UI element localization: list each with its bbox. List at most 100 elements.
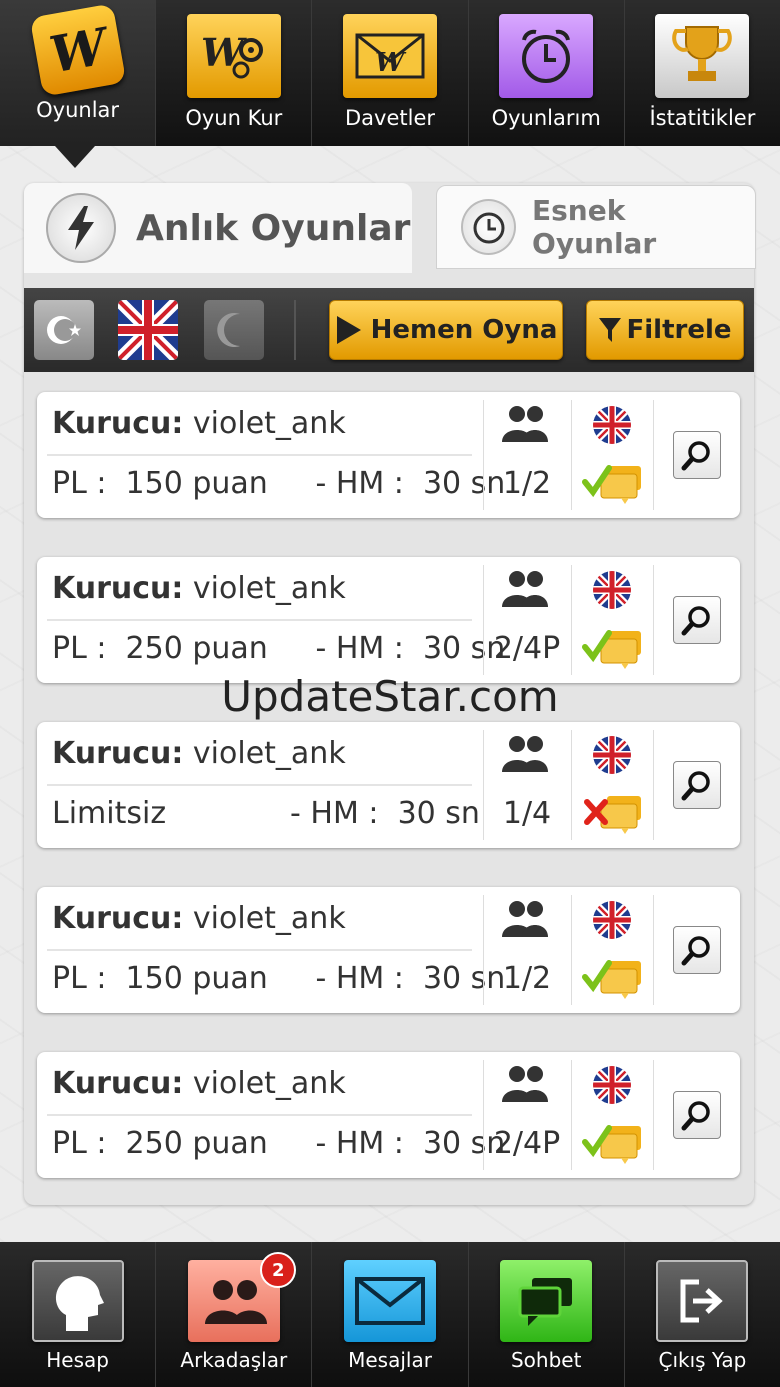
nav-chat[interactable]: Sohbet xyxy=(469,1242,625,1387)
game-setup-gears-icon: W xyxy=(186,14,281,98)
players-icon xyxy=(502,901,548,937)
uk-flag-icon xyxy=(593,901,631,939)
players-icon xyxy=(502,736,548,772)
player-count: 1/2 xyxy=(502,961,552,996)
uk-flag-icon xyxy=(593,571,631,609)
nav-games-label: Oyunlar xyxy=(36,98,120,122)
game-settings: Limitsiz - HM : 30 sn xyxy=(52,796,480,831)
card-divider xyxy=(47,1114,472,1116)
card-divider xyxy=(47,619,472,621)
funnel-icon xyxy=(599,318,622,342)
game-card[interactable]: Kurucu: violet_ank Limitsiz - HM : 30 sn 1… xyxy=(37,722,740,848)
logout-icon xyxy=(656,1260,749,1342)
nav-games[interactable]: W Oyunlar xyxy=(0,0,157,146)
nav-messages[interactable]: Mesajlar xyxy=(312,1242,469,1387)
svg-text:W: W xyxy=(375,48,407,78)
magnifier-icon xyxy=(681,606,710,636)
uk-flag-icon xyxy=(593,406,631,444)
active-nav-pointer xyxy=(55,146,95,168)
game-details-button[interactable] xyxy=(673,596,721,644)
game-settings: PL : 250 puan - HM : 30 sn xyxy=(52,631,506,666)
card-column-divider xyxy=(571,895,572,1005)
chat-bubbles-icon xyxy=(500,1260,593,1342)
card-column-divider xyxy=(653,895,654,1005)
player-count: 1/4 xyxy=(502,796,552,831)
game-details-button[interactable] xyxy=(673,1091,721,1139)
chat-allowed-icon xyxy=(582,1125,641,1164)
top-navigation: W Oyunlar W Oyun Kur W Davetler Oyunları… xyxy=(0,0,780,146)
nav-invitations[interactable]: W Davetler xyxy=(312,0,469,146)
game-creator: Kurucu: violet_ank xyxy=(52,406,346,441)
word-logo-icon: W xyxy=(29,3,126,97)
chat-allowed-icon xyxy=(582,630,641,669)
card-column-divider xyxy=(571,1060,572,1170)
creator-name: violet_ank xyxy=(192,1066,346,1101)
chat-allowed-icon xyxy=(582,960,641,999)
nav-friends-label: Arkadaşlar xyxy=(180,1348,288,1372)
night-mode-toggle[interactable] xyxy=(204,300,264,360)
invitation-envelope-icon: W xyxy=(343,14,437,98)
alarm-clock-icon xyxy=(499,14,594,98)
creator-label: Kurucu: xyxy=(52,1066,184,1101)
player-count: 2/4P xyxy=(493,1126,561,1161)
nav-invitations-label: Davetler xyxy=(345,106,436,130)
card-column-divider xyxy=(571,730,572,840)
card-column-divider xyxy=(571,565,572,675)
bottom-navigation: Hesap 2 Arkadaşlar Mesajlar Sohbet Çıkış… xyxy=(0,1242,780,1387)
nav-create-game[interactable]: W Oyun Kur xyxy=(156,0,313,146)
creator-label: Kurucu: xyxy=(52,406,184,441)
creator-name: violet_ank xyxy=(192,901,346,936)
game-details-button[interactable] xyxy=(673,431,721,479)
mail-envelope-icon xyxy=(344,1260,436,1342)
filter-toolbar: Hemen Oyna Filtrele xyxy=(24,288,754,372)
tab-flexible-games[interactable]: Esnek Oyunlar xyxy=(436,185,756,269)
uk-flag-toggle[interactable] xyxy=(118,300,178,360)
game-card[interactable]: Kurucu: violet_ank PL : 250 puan - HM : 3… xyxy=(37,557,740,683)
nav-create-game-label: Oyun Kur xyxy=(185,106,283,130)
nav-logout-label: Çıkış Yap xyxy=(658,1348,747,1372)
nav-account[interactable]: Hesap xyxy=(0,1242,157,1387)
creator-label: Kurucu: xyxy=(52,736,184,771)
nav-my-games[interactable]: Oyunlarım xyxy=(469,0,625,146)
game-card[interactable]: Kurucu: violet_ank PL : 150 puan - HM : 3… xyxy=(37,887,740,1013)
creator-label: Kurucu: xyxy=(52,571,184,606)
nav-logout[interactable]: Çıkış Yap xyxy=(625,1242,780,1387)
nav-chat-label: Sohbet xyxy=(510,1348,582,1372)
uk-flag-icon xyxy=(118,300,178,360)
nav-statistics-label: İstatitikler xyxy=(649,106,756,130)
tab-instant-games-label: Anlık Oyunlar xyxy=(136,207,411,249)
account-head-icon xyxy=(31,1260,124,1342)
game-settings: PL : 150 puan - HM : 30 sn xyxy=(52,466,506,501)
game-creator: Kurucu: violet_ank xyxy=(52,901,346,936)
magnifier-icon xyxy=(681,771,710,801)
chat-disabled-icon xyxy=(584,796,641,834)
nav-friends[interactable]: 2 Arkadaşlar xyxy=(156,1242,313,1387)
moon-icon xyxy=(217,313,240,347)
card-column-divider xyxy=(653,730,654,840)
filter-label: Filtrele xyxy=(626,315,732,345)
card-divider xyxy=(47,949,472,951)
game-creator: Kurucu: violet_ank xyxy=(52,1066,346,1101)
players-icon xyxy=(502,1066,548,1102)
chat-allowed-icon xyxy=(582,465,641,504)
game-details-button[interactable] xyxy=(673,761,721,809)
tab-instant-games[interactable]: Anlık Oyunlar xyxy=(24,183,412,273)
watermark: UpdateStar.com xyxy=(221,672,559,721)
card-column-divider xyxy=(653,565,654,675)
player-count: 1/2 xyxy=(502,466,552,501)
nav-account-label: Hesap xyxy=(46,1348,109,1372)
uk-flag-icon xyxy=(593,736,631,774)
filter-button[interactable]: Filtrele xyxy=(586,300,744,360)
turkish-flag-toggle[interactable] xyxy=(34,300,94,360)
game-card[interactable]: Kurucu: violet_ank PL : 150 puan - HM : 3… xyxy=(37,392,740,518)
play-now-button[interactable]: Hemen Oyna xyxy=(329,300,563,360)
game-details-button[interactable] xyxy=(673,926,721,974)
creator-name: violet_ank xyxy=(192,571,346,606)
trophy-icon xyxy=(655,14,750,98)
game-card[interactable]: Kurucu: violet_ank PL : 250 puan - HM : 3… xyxy=(37,1052,740,1178)
player-count: 2/4P xyxy=(493,631,561,666)
lightning-bolt-icon xyxy=(46,193,116,263)
nav-my-games-label: Oyunlarım xyxy=(491,106,601,130)
nav-statistics[interactable]: İstatitikler xyxy=(625,0,780,146)
card-divider xyxy=(47,784,472,786)
